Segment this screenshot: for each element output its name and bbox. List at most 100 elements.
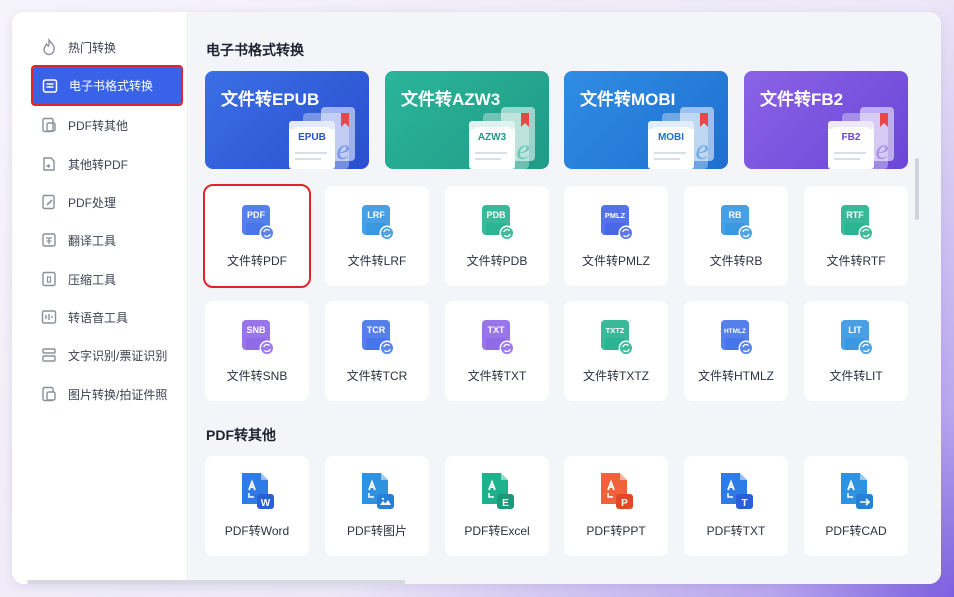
pdf-convert-icon: P: [596, 470, 634, 510]
svg-text:PMLZ: PMLZ: [605, 211, 626, 220]
banner-mobi[interactable]: 文件转MOBI MOBI e: [564, 71, 728, 169]
svg-text:AZW3: AZW3: [478, 132, 507, 143]
svg-text:E: E: [502, 498, 509, 509]
tile-label: 文件转HTMLZ: [698, 369, 774, 383]
svg-text:SNB: SNB: [246, 325, 266, 335]
tile-label: 文件转SNB: [226, 369, 288, 383]
tile-label: 文件转PDF: [226, 254, 287, 268]
svg-text:W: W: [261, 498, 271, 509]
tile-convert-to-rtf[interactable]: RTF 文件转RTF: [804, 186, 908, 286]
svg-text:HTMLZ: HTMLZ: [724, 328, 746, 335]
sidebar-item-label: 电子书格式转换: [69, 79, 154, 93]
tile-label: 文件转RB: [709, 254, 763, 268]
svg-text:PDF: PDF: [247, 210, 266, 220]
svg-text:PDB: PDB: [486, 210, 506, 220]
sidebar-item-image-convert[interactable]: 图片转换/拍证件照: [40, 382, 167, 406]
sidebar-item-label: 转语音工具: [68, 310, 129, 325]
ebook-icon: [41, 77, 59, 95]
svg-text:LIT: LIT: [848, 325, 862, 335]
pdf-file-icon: PDF: [238, 202, 276, 242]
sidebar-item-speech[interactable]: 转语音工具: [40, 305, 128, 329]
tile-convert-to-rb[interactable]: RB 文件转RB: [684, 186, 788, 286]
sidebar-item-label: 压缩工具: [68, 272, 117, 287]
tile-convert-to-lit[interactable]: LIT 文件转LIT: [804, 301, 908, 401]
tile-convert-to-snb[interactable]: SNB 文件转SNB: [205, 301, 309, 401]
tile-convert-to-lrf[interactable]: LRF 文件转LRF: [325, 186, 429, 286]
sidebar-item-ocr[interactable]: 文字识别/票证识别: [40, 343, 167, 367]
pdb-file-icon: PDB: [478, 202, 516, 242]
tile-label: PDF转PPT: [586, 524, 646, 538]
tile-label: PDF转图片: [346, 524, 407, 538]
svg-text:T: T: [741, 498, 747, 509]
sidebar-item-translate[interactable]: 翻译工具: [40, 228, 116, 252]
tile-convert-to-pdb[interactable]: PDB 文件转PDB: [445, 186, 549, 286]
pdf-edit-icon: [40, 193, 58, 211]
tile-pdf-to-0[interactable]: W PDF转Word: [205, 456, 309, 556]
translate-icon: [40, 231, 58, 249]
sidebar-item-pdf-export[interactable]: PDF转其他: [40, 113, 128, 137]
horizontal-scrollbar[interactable]: [27, 580, 405, 584]
tile-label: 文件转TCR: [346, 369, 408, 383]
tile-pdf-to-2[interactable]: E PDF转Excel: [445, 456, 549, 556]
lrf-file-icon: LRF: [358, 202, 396, 242]
pmlz-file-icon: PMLZ: [597, 202, 635, 242]
tile-pdf-to-1[interactable]: PDF转图片: [325, 456, 429, 556]
sidebar-item-ebook[interactable]: 电子书格式转换: [31, 65, 183, 106]
txt-file-icon: TXT: [478, 317, 516, 357]
tile-convert-to-txtz[interactable]: TXTZ 文件转TXTZ: [564, 301, 668, 401]
tcr-file-icon: TCR: [358, 317, 396, 357]
svg-text:TCR: TCR: [367, 325, 386, 335]
pdf-convert-icon: T: [716, 470, 754, 510]
tile-label: 文件转PDB: [466, 254, 528, 268]
sidebar-item-label: PDF处理: [68, 195, 117, 210]
svg-text:TXTZ: TXTZ: [606, 326, 625, 335]
sidebar-item-label: 热门转换: [68, 40, 117, 55]
tile-pdf-to-3[interactable]: P PDF转PPT: [564, 456, 668, 556]
tile-label: PDF转CAD: [825, 524, 887, 538]
tile-label: 文件转LIT: [829, 369, 883, 383]
svg-text:EPUB: EPUB: [298, 132, 326, 143]
banner-fb2[interactable]: 文件转FB2 FB2 e: [744, 71, 908, 169]
txtz-file-icon: TXTZ: [597, 317, 635, 357]
tile-pdf-to-4[interactable]: T PDF转TXT: [684, 456, 788, 556]
sidebar-item-compress[interactable]: 压缩工具: [40, 267, 116, 291]
svg-text:e: e: [695, 133, 708, 166]
banner-azw3[interactable]: 文件转AZW3 AZW3 e: [385, 71, 549, 169]
rtf-file-icon: RTF: [837, 202, 875, 242]
tile-label: 文件转TXTZ: [583, 369, 649, 383]
tile-label: PDF转Excel: [464, 524, 530, 538]
sidebar-item-label: 文字识别/票证识别: [68, 348, 168, 363]
sidebar-item-pdf-edit[interactable]: PDF处理: [40, 190, 116, 214]
rb-file-icon: RB: [717, 202, 755, 242]
tile-convert-to-tcr[interactable]: TCR 文件转TCR: [325, 301, 429, 401]
flame-icon: [40, 38, 58, 56]
pdf-export-icon: [40, 116, 58, 134]
htmlz-file-icon: HTMLZ: [717, 317, 755, 357]
svg-text:TXT: TXT: [488, 325, 506, 335]
tile-convert-to-txt[interactable]: TXT 文件转TXT: [445, 301, 549, 401]
pdf-convert-icon: [357, 470, 395, 510]
tile-convert-to-pmlz[interactable]: PMLZ 文件转PMLZ: [564, 186, 668, 286]
section-title-pdf: PDF转其他: [206, 427, 276, 443]
tile-convert-to-pdf[interactable]: PDF 文件转PDF: [203, 184, 311, 288]
svg-text:e: e: [516, 133, 529, 166]
main-content: 电子书格式转换 文件转EPUB EPUB e 文件转AZW3 AZW3 e 文件…: [189, 12, 941, 584]
sidebar-item-to-pdf[interactable]: 其他转PDF: [40, 152, 128, 176]
svg-text:MOBI: MOBI: [658, 132, 684, 143]
vertical-scrollbar[interactable]: [915, 158, 919, 220]
banner-epub[interactable]: 文件转EPUB EPUB e: [205, 71, 369, 169]
app-window: 热门转换 电子书格式转换 PDF转其他 其他转PDF PDF处理 翻译工具 压缩…: [12, 12, 941, 584]
pdf-convert-icon: [836, 470, 874, 510]
tile-convert-to-htmlz[interactable]: HTMLZ 文件转HTMLZ: [684, 301, 788, 401]
snb-file-icon: SNB: [238, 317, 276, 357]
sidebar-item-flame[interactable]: 热门转换: [40, 35, 116, 59]
svg-text:RB: RB: [729, 210, 742, 220]
tile-pdf-to-5[interactable]: PDF转CAD: [804, 456, 908, 556]
sidebar: 热门转换 电子书格式转换 PDF转其他 其他转PDF PDF处理 翻译工具 压缩…: [12, 12, 188, 584]
svg-text:RTF: RTF: [846, 210, 864, 220]
compress-icon: [40, 270, 58, 288]
svg-text:FB2: FB2: [842, 132, 861, 143]
image-convert-icon: [40, 385, 58, 403]
to-pdf-icon: [40, 155, 58, 173]
svg-text:LRF: LRF: [367, 210, 385, 220]
